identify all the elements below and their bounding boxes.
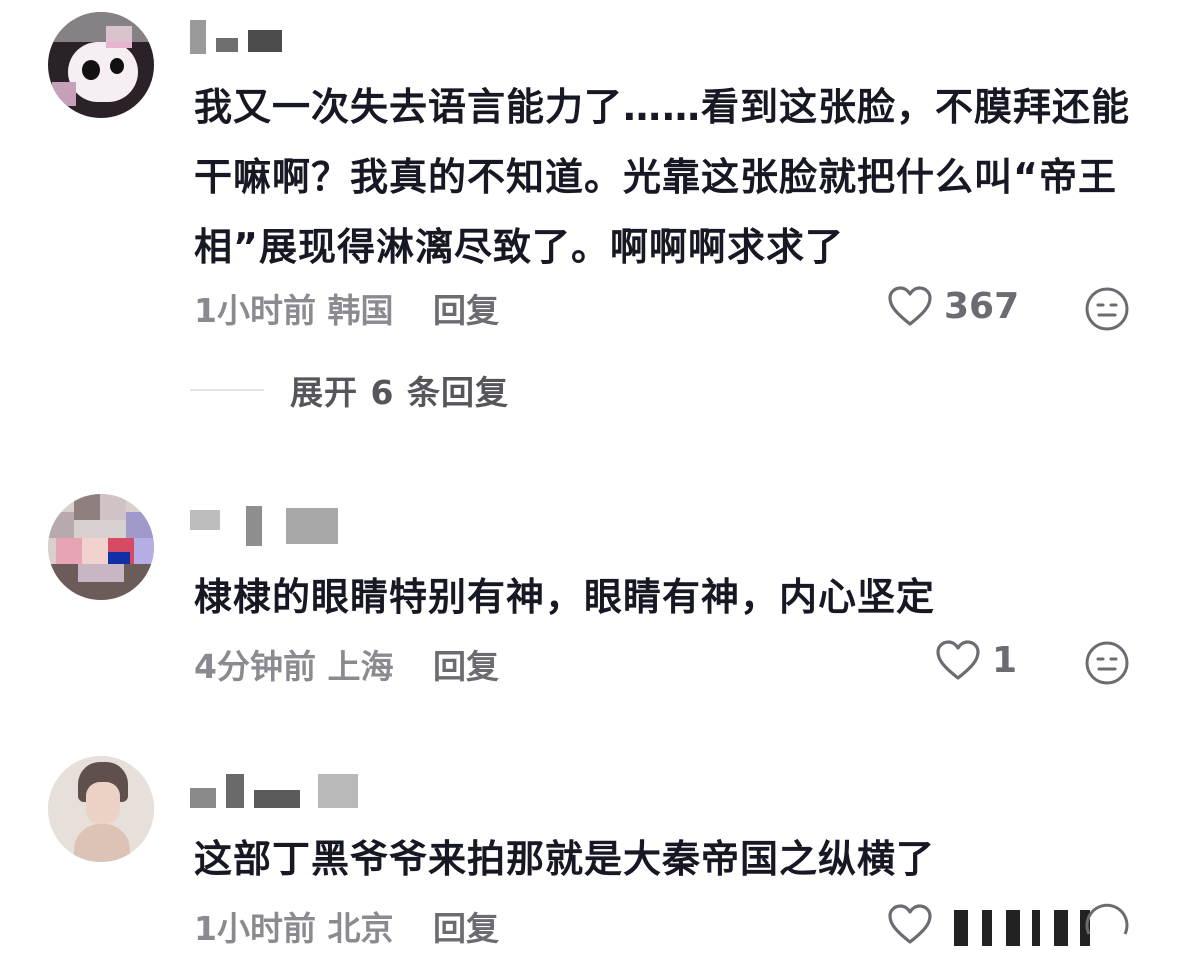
- neutral-face-icon[interactable]: [1084, 902, 1130, 948]
- heart-outline-icon: [936, 640, 980, 680]
- comment-text: 棣棣的眼睛特别有神，眼睛有神，内心坚定: [194, 575, 936, 619]
- reply-button[interactable]: 回复: [433, 647, 499, 686]
- comment-location: 北京: [327, 909, 394, 948]
- like-button[interactable]: 1: [934, 638, 1017, 682]
- comment-meta: 1小时前 韩国 回复: [194, 284, 499, 332]
- avatar[interactable]: [48, 756, 154, 862]
- comment-meta: 4分钟前 上海 回复: [194, 640, 499, 688]
- heart-outline-icon: [888, 286, 932, 326]
- comment-time: 1小时前: [194, 909, 316, 948]
- expand-replies-button[interactable]: 展开 6 条回复: [190, 366, 509, 414]
- divider: [190, 389, 264, 391]
- avatar[interactable]: [48, 494, 154, 600]
- reply-button[interactable]: 回复: [433, 909, 499, 948]
- comment-location: 韩国: [327, 291, 394, 330]
- comment-location: 上海: [327, 647, 394, 686]
- like-button[interactable]: [886, 902, 944, 946]
- neutral-face-icon[interactable]: [1084, 640, 1130, 686]
- comment-text: 这部丁黑爷爷来拍那就是大秦帝国之纵横了: [194, 837, 936, 881]
- comment-text: 我又一次失去语言能力了……看到这张脸，不膜拜还能干嘛啊？我真的不知道。光靠这张脸…: [194, 85, 1131, 269]
- reply-button[interactable]: 回复: [433, 291, 499, 330]
- comment-meta: 1小时前 北京 回复: [194, 902, 499, 950]
- like-count: 367: [944, 285, 1020, 327]
- like-button[interactable]: 367: [886, 284, 1019, 328]
- neutral-face-icon[interactable]: [1084, 286, 1130, 332]
- comment-time: 1小时前: [194, 291, 316, 330]
- expand-replies-label: 展开 6 条回复: [290, 373, 509, 412]
- avatar[interactable]: [48, 12, 154, 118]
- comment-time: 4分钟前: [194, 647, 316, 686]
- like-count: 1: [992, 639, 1018, 681]
- heart-outline-icon: [888, 904, 932, 944]
